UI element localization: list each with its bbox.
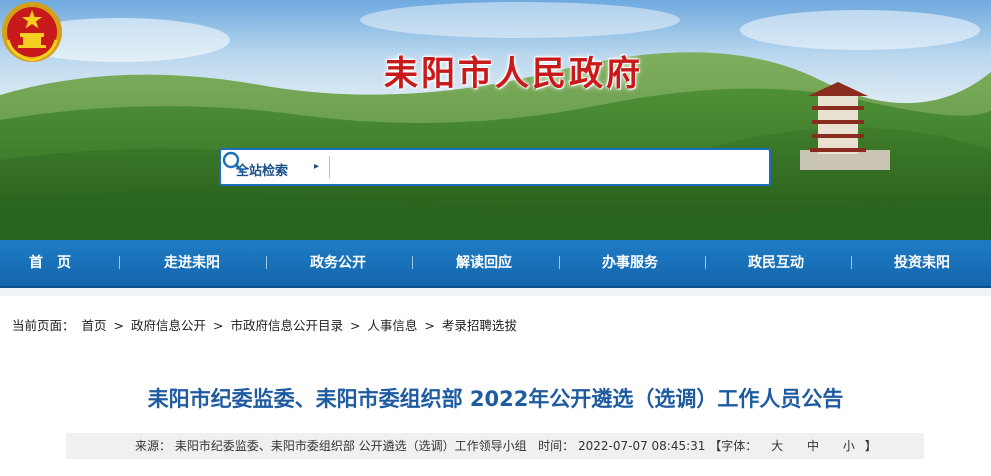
main-nav: 首 页 走进耒阳 政务公开 解读回应 办事服务 政民互动 投资耒阳 — [0, 240, 991, 288]
breadcrumb-item-home[interactable]: 首页 — [82, 318, 107, 333]
nav-separator — [119, 256, 120, 269]
breadcrumb-separator: > — [113, 318, 124, 333]
nav-item-services[interactable]: 办事服务 — [578, 240, 682, 286]
national-emblem-icon — [2, 2, 62, 62]
breadcrumb-item-personnel[interactable]: 人事信息 — [367, 318, 417, 333]
nav-item-investment[interactable]: 投资耒阳 — [870, 240, 974, 286]
font-size-close: 】 — [864, 439, 877, 453]
landscape-background — [0, 0, 991, 240]
nav-item-interaction[interactable]: 政民互动 — [724, 240, 828, 286]
caret-right-icon[interactable]: ▸ — [314, 161, 319, 172]
breadcrumb-item-catalog[interactable]: 市政府信息公开目录 — [230, 318, 343, 333]
nav-separator — [559, 256, 560, 269]
font-size-label: 【字体： — [709, 439, 758, 453]
article-meta-bar: 来源： 耒阳市纪委监委、耒阳市委组织部 公开遴选（选调）工作领导小组 时间： 2… — [66, 433, 924, 459]
nav-item-interpretation[interactable]: 解读回应 — [432, 240, 536, 286]
header-banner: 耒阳市人民政府 全站检索 ▸ — [0, 0, 991, 240]
nav-item-home[interactable]: 首 页 — [0, 240, 100, 286]
search-icon[interactable] — [221, 150, 245, 174]
nav-separator — [412, 256, 413, 269]
breadcrumb-item-gov-info[interactable]: 政府信息公开 — [131, 318, 206, 333]
breadcrumb-separator: > — [424, 318, 435, 333]
breadcrumb-item-recruitment[interactable]: 考录招聘选拔 — [442, 318, 517, 333]
nav-item-government-affairs[interactable]: 政务公开 — [286, 240, 390, 286]
nav-separator — [705, 256, 706, 269]
font-size-small-button[interactable]: 小 — [843, 439, 855, 453]
nav-item-about-leiyang[interactable]: 走进耒阳 — [140, 240, 244, 286]
site-title[interactable]: 耒阳市人民政府 — [384, 46, 643, 95]
publish-time: 2022-07-07 08:45:31 — [577, 439, 706, 453]
source-label: 来源： — [135, 439, 172, 453]
breadcrumb-separator: > — [212, 318, 224, 333]
nav-separator — [851, 256, 852, 269]
font-size-large-button[interactable]: 大 — [771, 439, 783, 453]
search-divider — [329, 156, 330, 178]
breadcrumb: 当前页面： 首页 > 政府信息公开 > 市政府信息公开目录 > 人事信息 > 考… — [12, 315, 520, 334]
search-input[interactable] — [335, 154, 729, 182]
font-size-medium-button[interactable]: 中 — [807, 439, 819, 453]
breadcrumb-separator: > — [349, 318, 361, 333]
site-search-bar: 全站检索 ▸ — [219, 148, 771, 186]
nav-separator — [266, 256, 267, 269]
breadcrumb-prefix: 当前页面： — [12, 318, 75, 333]
nav-shadow-bar — [0, 288, 991, 296]
source-value: 耒阳市纪委监委、耒阳市委组织部 公开遴选（选调）工作领导小组 — [174, 439, 527, 453]
article-title: 耒阳市纪委监委、耒阳市委组织部 2022年公开遴选（选调）工作人员公告 — [147, 387, 844, 411]
time-label: 时间： — [538, 439, 575, 453]
